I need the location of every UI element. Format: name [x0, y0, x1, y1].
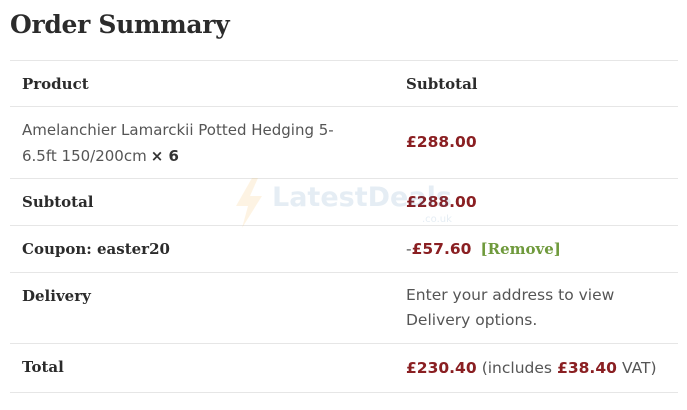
table-row-subtotal: Subtotal £288.00 — [10, 178, 678, 225]
table-header-row: Product Subtotal — [10, 60, 678, 106]
total-label: Total — [22, 358, 64, 376]
order-summary-table: Product Subtotal Amelanchier Lamarckii P… — [10, 60, 678, 393]
product-quantity: × 6 — [150, 147, 179, 165]
vat-value: £38.40 — [557, 359, 617, 377]
page-title: Order Summary — [10, 10, 230, 39]
coupon-label: Coupon: easter20 — [22, 240, 170, 258]
table-row-coupon: Coupon: easter20 -£57.60 [Remove] — [10, 225, 678, 272]
delivery-message: Enter your address to view Delivery opti… — [406, 286, 615, 329]
total-value: £230.40 — [406, 359, 477, 377]
delivery-label: Delivery — [22, 287, 91, 305]
total-value-cell: £230.40 (includes £38.40 VAT) — [406, 358, 657, 377]
includes-text: (includes — [481, 359, 552, 377]
vat-text: VAT) — [622, 359, 657, 377]
product-cell: Amelanchier Lamarckii Potted Hedging 5-6… — [22, 117, 362, 169]
item-price: £288.00 — [406, 133, 477, 151]
header-product: Product — [22, 75, 89, 93]
remove-coupon-link[interactable]: [Remove] — [481, 240, 561, 258]
coupon-value: £57.60 — [411, 240, 472, 258]
subtotal-label: Subtotal — [22, 193, 94, 211]
header-subtotal: Subtotal — [406, 75, 478, 93]
table-row-item: Amelanchier Lamarckii Potted Hedging 5-6… — [10, 106, 678, 178]
table-row-delivery: Delivery Enter your address to view Deli… — [10, 272, 678, 343]
coupon-value-cell: -£57.60 [Remove] — [406, 239, 561, 258]
subtotal-value: £288.00 — [406, 193, 477, 211]
table-row-total: Total £230.40 (includes £38.40 VAT) — [10, 343, 678, 393]
